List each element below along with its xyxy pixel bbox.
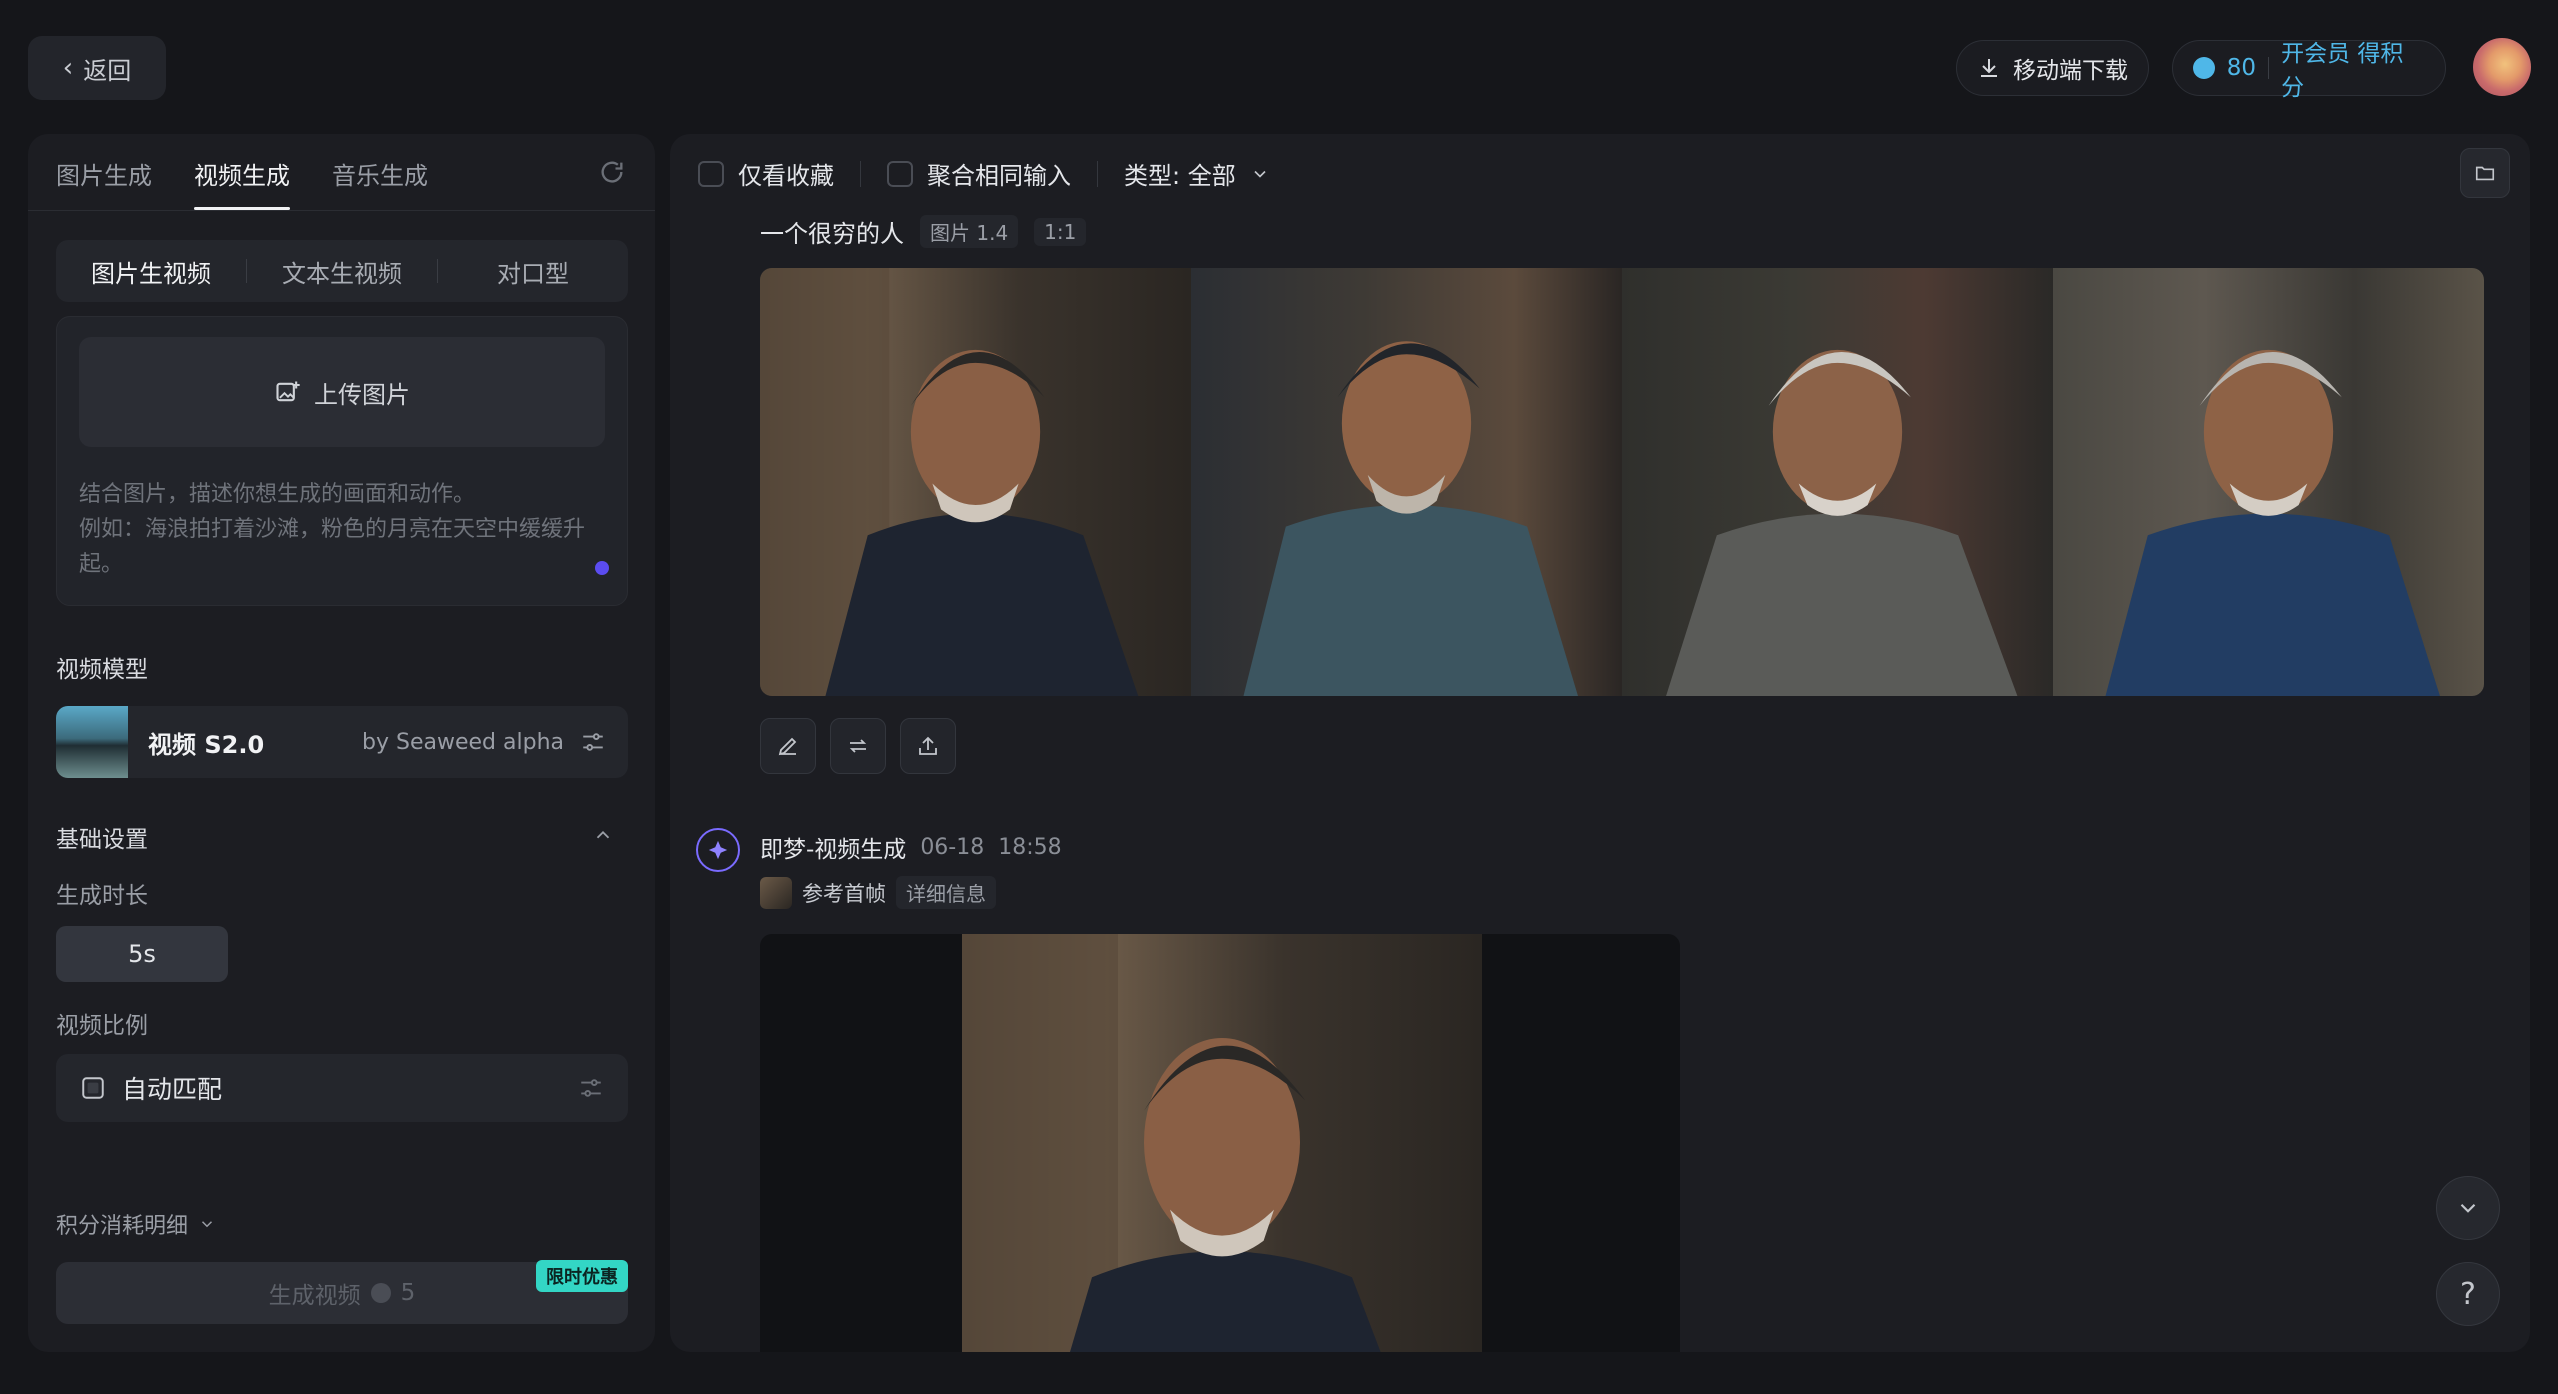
mobile-download-button[interactable]: 移动端下载 [1956, 40, 2149, 96]
portrait-illustration [962, 934, 1381, 1352]
upload-image-button[interactable]: 上传图片 [79, 337, 605, 447]
right-panel: 仅看收藏 聚合相同输入 类型: 全部 一个很穷的人 图片 1.4 1:1 即梦-… [670, 134, 2530, 1352]
points-pill[interactable]: 80 开会员 得积分 [2172, 40, 2446, 101]
tabs-divider [28, 210, 655, 211]
model-thumbnail [56, 706, 128, 778]
duration-5s-button[interactable]: 5s [56, 926, 228, 982]
gallery-image-4[interactable] [2053, 268, 2484, 696]
generate-cost: 5 [400, 1280, 416, 1306]
video-time: 18:58 [998, 834, 1062, 860]
chevron-down-icon[interactable] [1250, 164, 1270, 184]
download-label: 移动端下载 [2013, 58, 2128, 84]
model-selector[interactable]: 视频 S2.0 by Seaweed alpha [56, 706, 628, 778]
reference-label[interactable]: 参考首帧 [802, 878, 886, 908]
gallery-image-1[interactable] [760, 268, 1191, 696]
reference-row: 参考首帧 详细信息 [760, 876, 996, 909]
folder-icon [2475, 166, 2495, 181]
promo-badge: 限时优惠 [536, 1260, 628, 1292]
settings-sliders-icon[interactable] [578, 1075, 604, 1101]
status-dot [595, 561, 609, 575]
merge-label[interactable]: 聚合相同输入 [927, 156, 1071, 191]
image-upload-icon [276, 381, 300, 402]
filter-divider [860, 160, 861, 187]
upload-area: 上传图片 结合图片，描述你想生成的画面和动作。 例如：海浪拍打着沙滩，粉色的月亮… [56, 316, 628, 606]
generate-label: 生成视频 [268, 1283, 361, 1309]
reference-thumbnail[interactable] [760, 876, 792, 909]
generation-tabs: 图片生成 视频生成 音乐生成 [56, 156, 428, 210]
tab-image[interactable]: 图片生成 [56, 156, 152, 208]
image-gallery [760, 268, 2484, 696]
portrait-illustration [1666, 349, 2018, 696]
upload-label: 上传图片 [314, 380, 410, 409]
ratio-label: 视频比例 [56, 1013, 148, 1039]
settings-sliders-icon[interactable] [580, 729, 606, 755]
video-result-meta: 即梦-视频生成 06-18 18:58 [760, 830, 1062, 864]
duration-label: 生成时长 [56, 883, 148, 909]
gallery-image-2[interactable] [1191, 268, 1622, 696]
video-date: 06-18 [920, 834, 985, 860]
left-panel: 图片生成 视频生成 音乐生成 图片生视频 文本生视频 对口型 上传图片 结合图片… [28, 134, 655, 1352]
video-preview[interactable] [760, 934, 1680, 1352]
regenerate-button[interactable] [830, 718, 886, 774]
chevron-left-icon: ‹ [62, 53, 74, 83]
repeat-icon [849, 739, 867, 753]
points-icon [2193, 57, 2215, 79]
chevron-up-icon[interactable] [592, 824, 614, 846]
scroll-down-button[interactable] [2436, 1176, 2500, 1240]
member-link[interactable]: 开会员 得积分 [2281, 34, 2425, 102]
portrait-illustration [2105, 349, 2440, 696]
edit-button[interactable] [760, 718, 816, 774]
chevron-down-icon [201, 1221, 213, 1228]
image-ratio-tag: 1:1 [1034, 217, 1087, 246]
image-model-tag: 图片 1.4 [920, 215, 1019, 248]
share-button[interactable] [900, 718, 956, 774]
prompt-input[interactable]: 结合图片，描述你想生成的画面和动作。 例如：海浪拍打着沙滩，粉色的月亮在天空中缓… [79, 477, 609, 582]
favorites-checkbox[interactable] [698, 160, 724, 187]
mode-lip-sync[interactable]: 对口型 [438, 254, 628, 289]
points-icon [370, 1283, 391, 1303]
cost-details-toggle[interactable]: 积分消耗明细 [56, 1208, 216, 1240]
tab-video[interactable]: 视频生成 [194, 156, 290, 210]
aspect-ratio-icon [82, 1077, 104, 1099]
back-button[interactable]: ‹ 返回 [28, 36, 166, 100]
tab-music[interactable]: 音乐生成 [332, 156, 428, 208]
ratio-value: 自动匹配 [122, 1075, 223, 1104]
chevron-down-icon [2460, 1203, 2476, 1213]
type-filter[interactable]: 类型: 全部 [1124, 156, 1236, 191]
portrait-illustration [1243, 341, 1578, 696]
folder-button[interactable] [2460, 148, 2510, 198]
details-button[interactable]: 详细信息 [896, 876, 996, 909]
gallery-image-3[interactable] [1622, 268, 2053, 696]
merge-checkbox[interactable] [887, 160, 913, 187]
mode-image-to-video[interactable]: 图片生视频 [56, 254, 246, 289]
download-icon [1981, 59, 1997, 77]
model-by: by Seaweed alpha [362, 729, 564, 755]
upload-icon [919, 736, 937, 755]
points-count: 80 [2226, 55, 2257, 81]
basic-settings-title: 基础设置 [56, 827, 148, 853]
mode-text-to-video[interactable]: 文本生视频 [247, 254, 437, 289]
cost-label: 积分消耗明细 [56, 1214, 189, 1239]
model-name: 视频 S2.0 [148, 730, 265, 759]
dreamina-logo-icon [696, 828, 740, 872]
video-source: 即梦-视频生成 [760, 837, 907, 863]
refresh-icon[interactable] [598, 158, 626, 186]
pencil-icon [778, 737, 797, 756]
image-result-meta: 一个很穷的人 图片 1.4 1:1 [760, 214, 1087, 249]
help-icon: ? [2460, 1276, 2476, 1312]
model-section-title: 视频模型 [56, 657, 148, 683]
favorites-label[interactable]: 仅看收藏 [738, 156, 834, 191]
video-frame [962, 934, 1482, 1352]
avatar[interactable] [2473, 38, 2531, 96]
filter-divider [1097, 160, 1098, 187]
pill-divider [2268, 57, 2270, 79]
image-prompt: 一个很穷的人 [760, 220, 904, 248]
portrait-illustration [760, 268, 1139, 696]
mode-segmented: 图片生视频 文本生视频 对口型 [56, 240, 628, 302]
filter-bar: 仅看收藏 聚合相同输入 类型: 全部 [698, 156, 1270, 191]
help-button[interactable]: ? [2436, 1262, 2500, 1326]
ratio-selector[interactable]: 自动匹配 [56, 1054, 628, 1122]
back-label: 返回 [83, 56, 132, 85]
